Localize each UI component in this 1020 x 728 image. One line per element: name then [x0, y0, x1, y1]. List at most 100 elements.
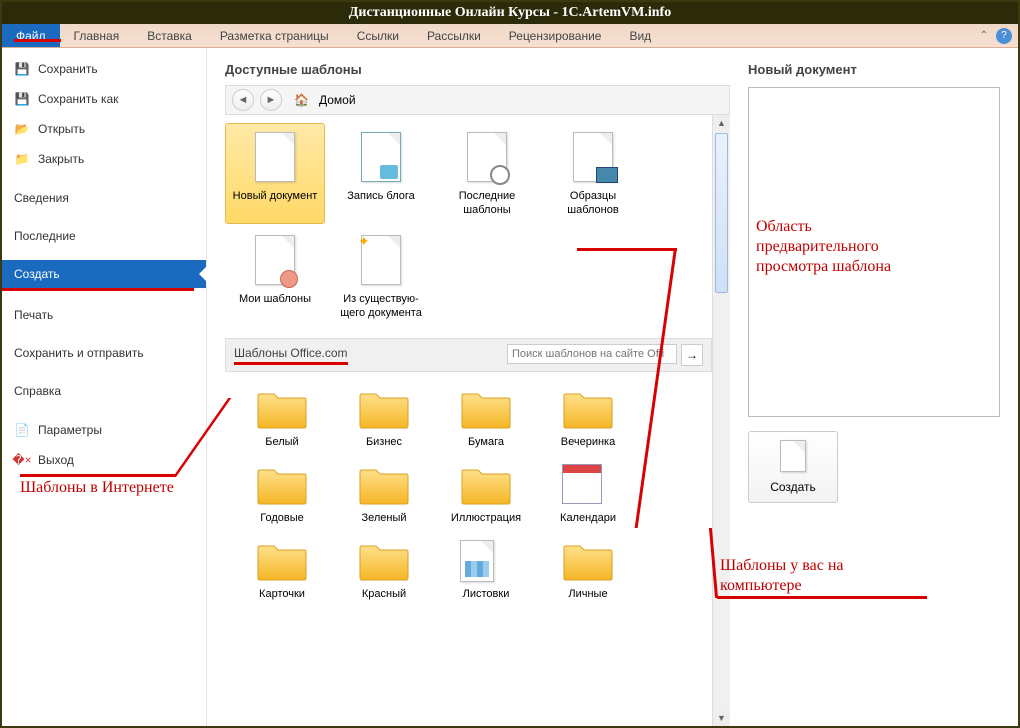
sidebar-item-open[interactable]: 📂 Открыть	[2, 114, 206, 144]
online-folder[interactable]: Бумага	[441, 382, 531, 458]
sidebar-label: Сведения	[14, 191, 69, 205]
tab-home[interactable]: Главная	[60, 24, 134, 47]
sidebar-label: Последние	[14, 229, 76, 243]
online-folder[interactable]: Вечеринка	[543, 382, 633, 458]
template-label: Последние шаблоны	[459, 190, 516, 216]
backstage-view: 💾 Сохранить 💾 Сохранить как 📂 Открыть 📁 …	[2, 48, 1018, 726]
scroll-down-icon[interactable]: ▼	[713, 710, 730, 726]
online-folder[interactable]: Годовые	[237, 458, 327, 534]
annotation-underline-file	[14, 39, 61, 42]
minimize-ribbon-icon[interactable]: ⌃	[976, 28, 992, 44]
sidebar-label: Параметры	[38, 423, 102, 437]
folder-icon	[562, 388, 614, 430]
sidebar-item-new[interactable]: Создать	[2, 260, 206, 288]
sidebar-label: Сохранить как	[38, 92, 118, 106]
tab-view[interactable]: Вид	[615, 24, 665, 47]
vertical-scrollbar[interactable]: ▲ ▼	[712, 115, 730, 726]
tab-insert[interactable]: Вставка	[133, 24, 206, 47]
template-blog[interactable]: Запись блога	[331, 123, 431, 224]
save-as-icon: 💾	[14, 91, 30, 107]
sidebar-label: Выход	[38, 453, 74, 467]
search-input[interactable]	[507, 344, 677, 364]
online-folder[interactable]: Личные	[543, 534, 633, 610]
exit-icon: �×	[14, 452, 30, 468]
sidebar-label: Создать	[14, 267, 60, 281]
sidebar-item-save[interactable]: 💾 Сохранить	[2, 54, 206, 84]
template-label: Новый документ	[233, 190, 318, 202]
create-btn-label: Создать	[770, 480, 816, 494]
close-folder-icon: 📁	[14, 151, 30, 167]
online-folder[interactable]: Карточки	[237, 534, 327, 610]
online-folder[interactable]: Зеленый	[339, 458, 429, 534]
folder-icon	[562, 540, 614, 582]
office-section-title: Шаблоны Office.com	[234, 346, 348, 365]
sidebar-item-exit[interactable]: �× Выход	[2, 445, 206, 475]
folder-icon	[256, 388, 308, 430]
online-folder[interactable]: Иллюстрация	[441, 458, 531, 534]
templates-main: Доступные шаблоны ◄ ► 🏠 Домой Новый доку…	[207, 48, 1018, 726]
online-folder[interactable]: Белый	[237, 382, 327, 458]
folder-label: Листовки	[463, 588, 510, 600]
annotation-line	[717, 596, 927, 599]
template-recent[interactable]: Последние шаблоны	[437, 123, 537, 224]
template-blank[interactable]: Новый документ	[225, 123, 325, 224]
app-window: Дистанционные Онлайн Курсы - 1C.ArtemVM.…	[0, 0, 1020, 728]
preview-pane	[748, 87, 1000, 417]
nav-forward-icon[interactable]: ►	[260, 89, 282, 111]
breadcrumb-home[interactable]: Домой	[319, 93, 356, 107]
nav-back-icon[interactable]: ◄	[232, 89, 254, 111]
sidebar-item-recent[interactable]: Последние	[2, 222, 206, 250]
scroll-thumb[interactable]	[715, 133, 728, 293]
sidebar-item-save-as[interactable]: 💾 Сохранить как	[2, 84, 206, 114]
create-button[interactable]: Создать	[748, 431, 838, 503]
preview-heading: Новый документ	[748, 62, 1000, 77]
scroll-up-icon[interactable]: ▲	[713, 115, 730, 131]
my-templates-icon	[247, 232, 303, 288]
sidebar-label: Закрыть	[38, 152, 84, 166]
sidebar-item-options[interactable]: 📄 Параметры	[2, 415, 206, 445]
window-titlebar: Дистанционные Онлайн Курсы - 1C.ArtemVM.…	[2, 2, 1018, 24]
online-folder[interactable]: Бизнес	[339, 382, 429, 458]
office-templates-header: Шаблоны Office.com →	[225, 338, 712, 372]
tab-file[interactable]: Файл	[2, 24, 60, 47]
home-icon[interactable]: 🏠	[294, 93, 309, 107]
tab-review[interactable]: Рецензирование	[495, 24, 616, 47]
sidebar-item-help[interactable]: Справка	[2, 377, 206, 405]
tab-mailings[interactable]: Рассылки	[413, 24, 495, 47]
online-folder[interactable]: Листовки	[441, 534, 531, 610]
template-my[interactable]: Мои шаблоны	[225, 226, 325, 327]
template-label: Мои шаблоны	[239, 293, 311, 305]
folder-label: Годовые	[260, 512, 304, 524]
template-label: Запись блога	[347, 190, 415, 202]
templates-heading: Доступные шаблоны	[225, 62, 730, 77]
sidebar-label: Печать	[14, 308, 53, 322]
sidebar-item-info[interactable]: Сведения	[2, 184, 206, 212]
options-icon: 📄	[14, 422, 30, 438]
sidebar-item-print[interactable]: Печать	[2, 301, 206, 329]
folder-label: Красный	[362, 588, 406, 600]
folder-icon	[358, 540, 410, 582]
folder-icon	[358, 388, 410, 430]
tab-page-layout[interactable]: Разметка страницы	[206, 24, 343, 47]
folder-label: Иллюстрация	[451, 512, 521, 524]
help-icon[interactable]: ?	[996, 28, 1012, 44]
annotation-line	[20, 474, 175, 477]
create-doc-icon	[777, 440, 809, 476]
sidebar-item-close[interactable]: 📁 Закрыть	[2, 144, 206, 174]
blank-doc-icon	[247, 129, 303, 185]
online-folder[interactable]: Календари	[543, 458, 633, 534]
open-folder-icon: 📂	[14, 121, 30, 137]
annotation-line	[577, 248, 677, 251]
ribbon-tab-strip: Файл Главная Вставка Разметка страницы С…	[2, 24, 1018, 48]
sidebar-label: Сохранить	[38, 62, 98, 76]
flyer-icon	[460, 540, 494, 582]
folder-icon	[256, 540, 308, 582]
templates-column: Доступные шаблоны ◄ ► 🏠 Домой Новый доку…	[207, 48, 738, 726]
template-existing[interactable]: ✦ Из существую- щего документа	[331, 226, 431, 327]
sidebar-item-save-send[interactable]: Сохранить и отправить	[2, 339, 206, 367]
search-go-button[interactable]: →	[681, 344, 703, 366]
save-icon: 💾	[14, 61, 30, 77]
tab-references[interactable]: Ссылки	[343, 24, 413, 47]
online-folder[interactable]: Красный	[339, 534, 429, 610]
template-samples[interactable]: Образцы шаблонов	[543, 123, 643, 224]
